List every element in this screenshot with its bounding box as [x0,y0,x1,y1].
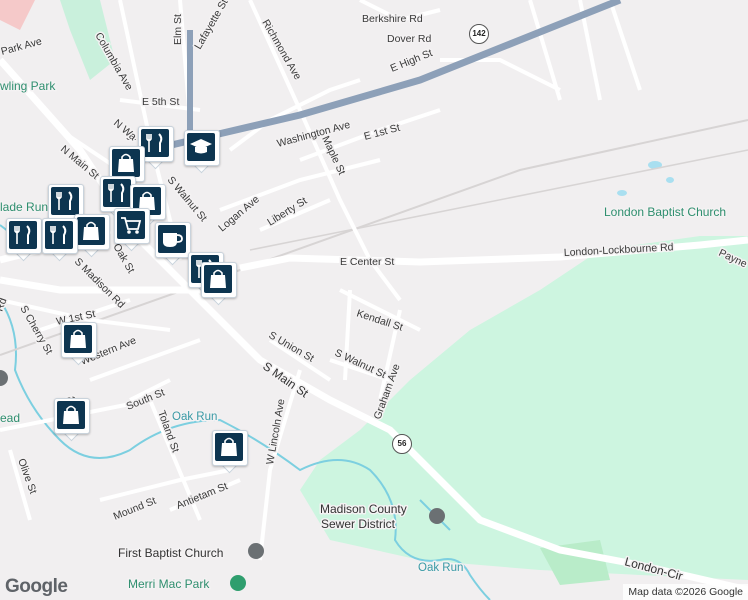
shopping-bag-icon [112,149,140,177]
place-label-madison-county: Madison County [320,502,407,516]
shopping-cart-marker[interactable] [114,208,150,252]
shopping-bag-marker[interactable] [54,398,90,442]
graduation-cap-icon [187,133,215,161]
street-label-park-ave: Park Ave [0,35,43,57]
sewer-district-icon [429,508,445,524]
place-label-ead: ead [0,411,20,425]
fork-knife-icon [51,187,79,215]
street-label-s-walnut-st: S Walnut St [165,174,210,224]
street-label-s-madison-rd: S Madison Rd [72,256,127,311]
pond [617,190,627,196]
shopping-bag-icon [64,325,92,353]
place-label-glade-run: lade Run [0,200,48,214]
fork-knife-icon [9,221,37,249]
restaurant-marker[interactable] [6,218,42,262]
poi-icon [0,370,8,386]
place-label-first-baptist-church: First Baptist Church [118,546,223,560]
shopping-bag-marker[interactable] [74,214,110,258]
fork-knife-icon [141,129,169,157]
street-label-w-lincoln-ave: W Lincoln Ave [264,398,287,466]
street-label-s-union-st: S Union St [267,329,317,365]
street-label-berkshire-rd: Berkshire Rd [362,13,423,25]
cafe-marker[interactable] [155,222,191,266]
shopping-bag-icon [57,401,85,429]
street-label-e-center-st: E Center St [340,256,394,268]
hospital-area [0,0,35,30]
place-label-merri-mac-park: Merri Mac Park [128,577,210,591]
place-label-oak-run-2: Oak Run [418,562,463,574]
route-56-shield: 56 [392,434,412,454]
street-label-lafayette-st: Lafayette St [192,0,230,51]
fork-knife-icon [103,179,131,207]
place-label-london-baptist-church: London Baptist Church [604,205,726,219]
route-142-shield: 142 [469,24,489,44]
place-label-oak-run: Oak Run [172,411,217,423]
shopping-bag-marker[interactable] [61,322,97,366]
shopping-bag-icon [204,265,232,293]
coffee-cup-icon [158,225,186,253]
street-label-rd-frag: Rd [0,296,9,313]
shopping-cart-icon [117,211,145,239]
street-label-e-high-st: E High St [389,47,435,75]
fork-knife-icon [45,221,73,249]
street-label-dover-rd: Dover Rd [387,33,432,45]
street-label-e-5th-st: E 5th St [142,96,179,108]
restaurant-marker[interactable] [42,218,78,262]
street-label-antietam-st: Antietam St [175,480,230,511]
street-label-logan-ave: Logan Ave [216,193,262,234]
place-label-sewer-district: Sewer District [321,517,396,531]
google-logo[interactable]: Google [5,576,68,598]
street-label-e-1st-st: E 1st St [363,122,402,143]
map-data-credit[interactable]: Map data ©2026 Google [623,584,748,600]
map-canvas[interactable]: E High St Elm St Lafayette St Richmond A… [0,0,748,600]
school-marker[interactable] [184,130,220,174]
park-icon [230,575,246,591]
church-icon [248,543,264,559]
shopping-bag-marker[interactable] [201,262,237,306]
place-label-bowling-park: wling Park [0,79,56,93]
pond [666,177,674,183]
shopping-bag-icon [77,217,105,245]
shopping-bag-marker[interactable] [212,430,248,474]
street-label-mound-st: Mound St [112,495,158,523]
shopping-bag-icon [215,433,243,461]
street-label-s-main-st: S Main St [260,359,311,401]
street-label-elm-st: Elm St [172,14,184,45]
map-base: E High St Elm St Lafayette St Richmond A… [0,0,748,600]
